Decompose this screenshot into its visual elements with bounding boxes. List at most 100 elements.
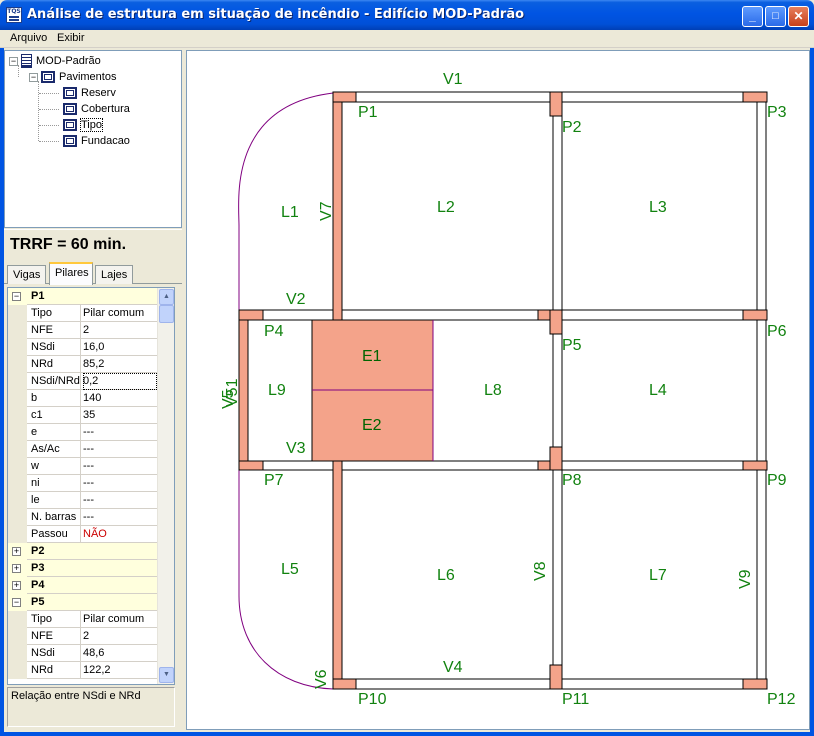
menu-arquivo[interactable]: Arquivo [10,32,47,44]
label-v4: V4 [443,659,463,676]
collapse-icon[interactable]: − [12,292,21,301]
grid-property-row[interactable]: ni --- [8,475,158,492]
grid-property-value[interactable]: 2 [83,628,157,645]
grid-property-name: N. barras [31,509,81,526]
grid-scrollbar[interactable]: ▲ ▼ [157,288,174,684]
grid-property-name: NFE [31,628,81,645]
expand-icon[interactable]: + [12,581,21,590]
grid-gutter [8,424,27,441]
tree-item-tipo[interactable]: Tipo [63,117,103,133]
grid-category-p4[interactable]: + P4 [8,577,158,594]
grid-property-value[interactable]: --- [83,458,157,475]
grid-property-value[interactable]: 140 [83,390,157,407]
grid-property-value[interactable]: 48,6 [83,645,157,662]
label-p11: P11 [562,691,590,708]
tab-vigas[interactable]: Vigas [7,265,47,284]
grid-property-row[interactable]: NSdi 48,6 [8,645,158,662]
structural-plan-canvas[interactable]: V1 V2 V3 V4 V7 V6 V8 V9 V5 V51 P1 P2 P3 … [186,50,810,730]
collapse-icon[interactable]: − [9,56,18,66]
grid-property-value[interactable]: --- [83,492,157,509]
grid-property-row[interactable]: As/Ac --- [8,441,158,458]
element-tabs: Vigas Pilares Lajes [4,262,182,285]
maximize-button[interactable]: □ [765,6,786,27]
expand-icon[interactable]: + [12,564,21,573]
minimize-button[interactable]: _ [742,6,763,27]
expand-icon[interactable]: + [12,547,21,556]
tree-item-cobertura[interactable]: Cobertura [63,101,130,117]
label-p8: P8 [562,472,582,489]
grid-property-value[interactable]: 85,2 [83,356,157,373]
grid-property-value[interactable]: 16,0 [83,339,157,356]
grid-property-name: w [31,458,81,475]
window-border-right [810,48,814,736]
grid-gutter [8,373,27,390]
pillar-p5b [549,309,563,335]
grid-property-value[interactable]: --- [83,509,157,526]
label-l7: L7 [649,567,667,584]
grid-property-name: NRd [31,662,81,679]
grid-property-value[interactable]: Pilar comum [83,305,157,322]
tab-pilares[interactable]: Pilares [49,262,93,285]
grid-property-row[interactable]: e --- [8,424,158,441]
grid-property-row[interactable]: Tipo Pilar comum [8,611,158,628]
grid-property-row[interactable]: NSdi 16,0 [8,339,158,356]
grid-property-row[interactable]: Tipo Pilar comum [8,305,158,322]
grid-property-value[interactable]: 35 [83,407,157,424]
title-bar[interactable]: TQS Análise de estrutura em situação de … [0,0,814,30]
label-p9: P9 [767,472,787,489]
grid-property-value[interactable]: 0,2 [83,373,157,390]
tab-lajes[interactable]: Lajes [95,265,134,284]
grid-property-value[interactable]: --- [83,441,157,458]
grid-property-name: b [31,390,81,407]
grid-property-row[interactable]: Passou NÃO [8,526,158,543]
grid-property-row[interactable]: b 140 [8,390,158,407]
close-button[interactable]: ✕ [788,6,809,27]
grid-property-name: As/Ac [31,441,81,458]
grid-category-p1[interactable]: − P1 [8,288,158,305]
grid-property-value[interactable]: NÃO [83,526,157,543]
label-l5: L5 [281,561,299,578]
grid-gutter [8,339,27,356]
grid-property-row[interactable]: NFE 2 [8,628,158,645]
structure-tree[interactable]: − MOD-Padrão − Pavimentos Reserv Cobertura… [4,50,182,228]
tree-floors-label: Pavimentos [59,71,117,83]
grid-property-value[interactable]: 122,2 [83,662,157,679]
grid-property-row[interactable]: w --- [8,458,158,475]
grid-property-value[interactable]: 2 [83,322,157,339]
menu-exibir[interactable]: Exibir [57,32,85,44]
grid-category-p3[interactable]: + P3 [8,560,158,577]
grid-property-value[interactable]: --- [83,424,157,441]
scroll-thumb[interactable] [159,305,174,323]
tree-item-reserv[interactable]: Reserv [63,85,116,101]
tree-item-label: Tipo [80,118,103,132]
label-p7: P7 [264,472,284,489]
grid-category-p2[interactable]: + P2 [8,543,158,560]
window-title: Análise de estrutura em situação de incê… [27,7,525,22]
grid-property-row[interactable]: le --- [8,492,158,509]
tree-item-fundacao[interactable]: Fundacao [63,133,130,149]
grid-gutter [8,662,27,679]
tree-floors-group[interactable]: − Pavimentos [29,69,116,85]
collapse-icon[interactable]: − [29,72,38,82]
label-l3: L3 [649,199,667,216]
tree-root[interactable]: − MOD-Padrão [9,53,101,69]
grid-property-row[interactable]: c1 35 [8,407,158,424]
grid-property-row[interactable]: NRd 122,2 [8,662,158,679]
grid-property-row[interactable]: NRd 85,2 [8,356,158,373]
grid-property-row[interactable]: NFE 2 [8,322,158,339]
scroll-up-button[interactable]: ▲ [159,289,174,305]
grid-gutter [8,492,27,509]
beam-v9 [756,91,767,690]
grid-category-p5[interactable]: − P5 [8,594,158,611]
grid-property-value[interactable]: Pilar comum [83,611,157,628]
grid-property-name: NFE [31,322,81,339]
label-p4: P4 [264,323,284,340]
grid-property-value[interactable]: --- [83,475,157,492]
scroll-down-button[interactable]: ▼ [159,667,174,683]
grid-property-row[interactable]: N. barras --- [8,509,158,526]
grid-gutter [8,305,27,322]
tree-item-label: Reserv [81,87,116,99]
grid-property-row[interactable]: NSdi/NRd 0,2 [8,373,158,390]
property-grid[interactable]: − P1 Tipo Pilar comum NFE 2 NSdi 16,0 NRd 85,2 NSd… [7,287,175,685]
collapse-icon[interactable]: − [12,598,21,607]
